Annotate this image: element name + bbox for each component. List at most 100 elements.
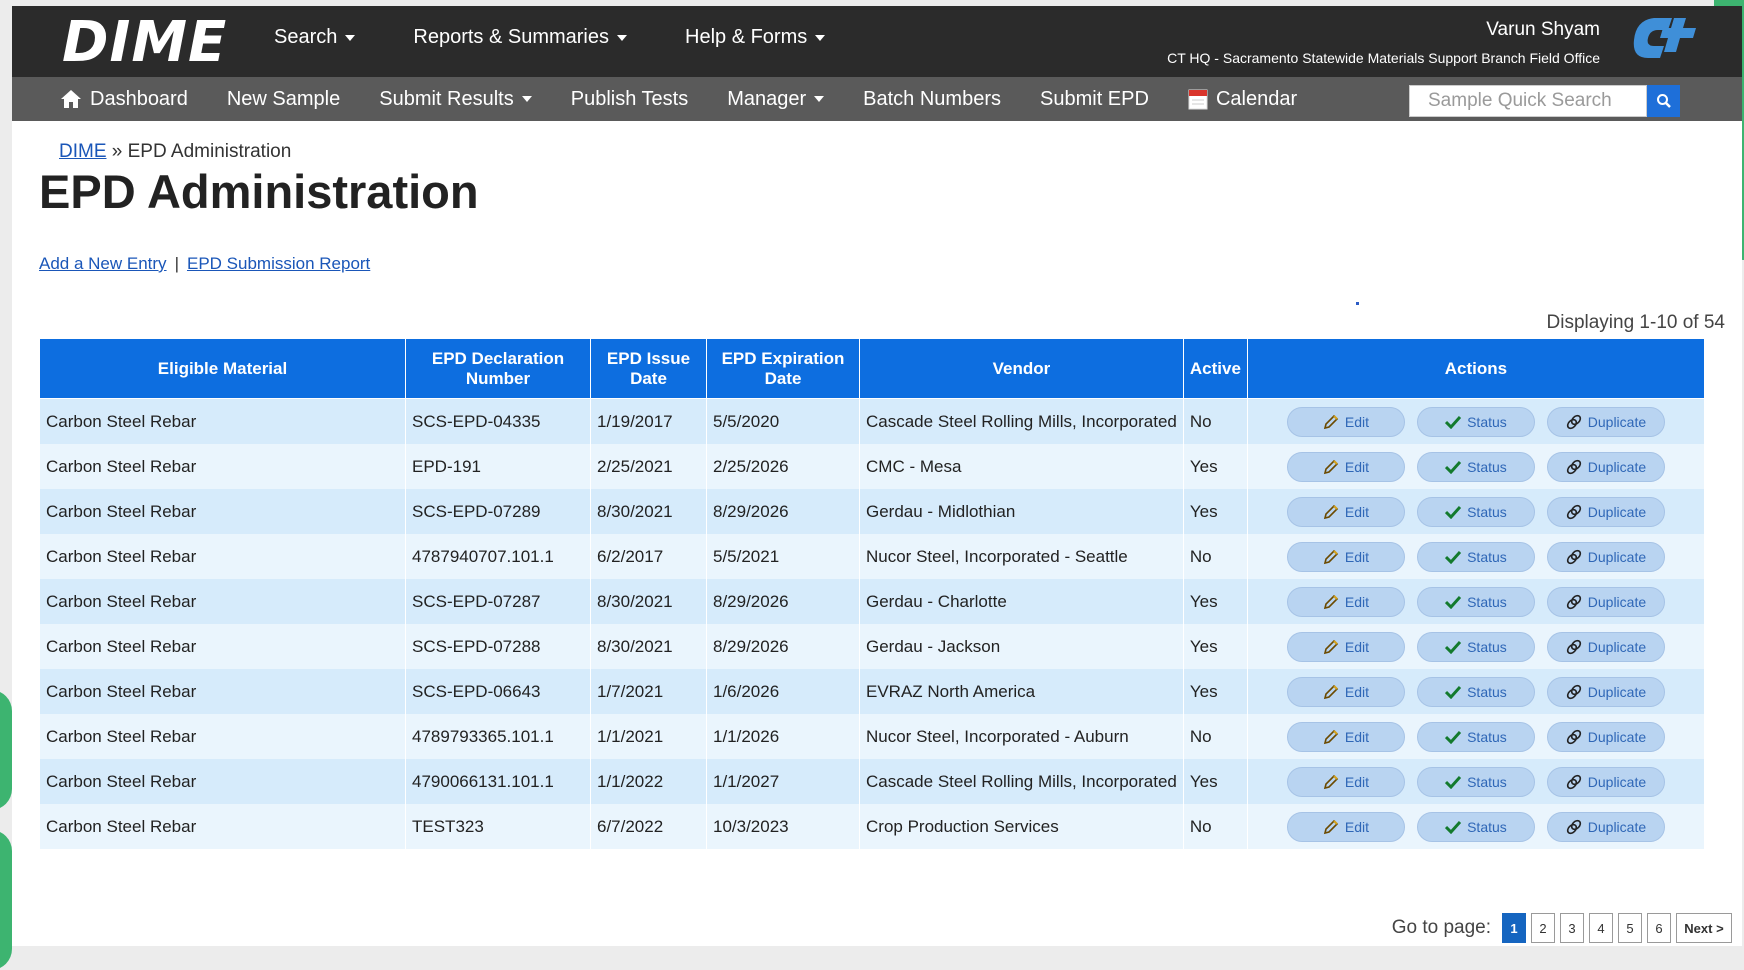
duplicate-button[interactable]: Duplicate bbox=[1546, 451, 1665, 482]
cell-exp: 8/29/2026 bbox=[706, 579, 860, 624]
edit-button[interactable]: Edit bbox=[1286, 406, 1405, 437]
breadcrumb-dime-link[interactable]: DIME bbox=[59, 141, 107, 162]
duplicate-button[interactable]: Duplicate bbox=[1546, 631, 1665, 662]
status-label: Status bbox=[1467, 593, 1507, 610]
nav-new-sample[interactable]: New Sample bbox=[227, 88, 340, 111]
col-header-vendor[interactable]: Vendor bbox=[859, 338, 1184, 399]
nav-submit-results[interactable]: Submit Results bbox=[379, 88, 532, 111]
cell-active: Yes bbox=[1182, 759, 1248, 804]
duplicate-button[interactable]: Duplicate bbox=[1546, 676, 1665, 707]
cell-decl: SCS-EPD-04335 bbox=[405, 398, 591, 444]
status-button[interactable]: Status bbox=[1416, 721, 1535, 752]
cell-material: Carbon Steel Rebar bbox=[39, 534, 406, 579]
caret-down-icon bbox=[345, 34, 356, 41]
duplicate-label: Duplicate bbox=[1587, 638, 1647, 655]
cell-decl: 4787940707.101.1 bbox=[405, 534, 591, 579]
cell-exp: 1/6/2026 bbox=[706, 669, 860, 714]
dime-logo[interactable]: DIME bbox=[62, 12, 227, 74]
status-button[interactable]: Status bbox=[1416, 541, 1535, 572]
nav-dashboard[interactable]: Dashboard bbox=[60, 88, 188, 111]
page-button-2[interactable]: 2 bbox=[1531, 913, 1555, 943]
link-separator: | bbox=[174, 254, 179, 273]
cell-active: No bbox=[1182, 714, 1248, 759]
link-icon bbox=[1566, 594, 1582, 610]
stray-dot bbox=[1356, 302, 1359, 305]
cell-actions: Edit Status Duplicate bbox=[1246, 444, 1706, 489]
duplicate-label: Duplicate bbox=[1587, 728, 1647, 745]
table-row: Carbon Steel Rebar SCS-EPD-07287 8/30/2021… bbox=[39, 579, 1706, 624]
link-icon bbox=[1566, 639, 1582, 655]
edit-button[interactable]: Edit bbox=[1286, 721, 1405, 752]
nav-manager[interactable]: Manager bbox=[727, 88, 825, 111]
duplicate-button[interactable]: Duplicate bbox=[1546, 586, 1665, 617]
page-button-3[interactable]: 3 bbox=[1560, 913, 1584, 943]
status-button[interactable]: Status bbox=[1416, 451, 1535, 482]
nav-submit-epd[interactable]: Submit EPD bbox=[1040, 88, 1149, 111]
caret-down-icon bbox=[814, 96, 825, 102]
nav-label: Submit EPD bbox=[1040, 87, 1149, 110]
cell-material: Carbon Steel Rebar bbox=[39, 714, 406, 759]
page-button-6[interactable]: 6 bbox=[1647, 913, 1671, 943]
duplicate-button[interactable]: Duplicate bbox=[1546, 406, 1665, 437]
duplicate-label: Duplicate bbox=[1587, 503, 1647, 520]
calendar-icon bbox=[1188, 88, 1208, 110]
checkmark-icon bbox=[1445, 505, 1462, 519]
col-header-actions: Actions bbox=[1246, 338, 1706, 399]
edit-button[interactable]: Edit bbox=[1286, 811, 1405, 842]
edit-label: Edit bbox=[1344, 413, 1370, 430]
cell-exp: 5/5/2020 bbox=[706, 398, 860, 444]
checkmark-icon bbox=[1445, 415, 1462, 429]
duplicate-button[interactable]: Duplicate bbox=[1546, 766, 1665, 797]
cell-decl: SCS-EPD-07289 bbox=[405, 489, 591, 534]
edit-button[interactable]: Edit bbox=[1286, 631, 1405, 662]
status-button[interactable]: Status bbox=[1416, 811, 1535, 842]
edit-button[interactable]: Edit bbox=[1286, 496, 1405, 527]
col-header-declaration-number[interactable]: EPD Declaration Number bbox=[405, 338, 591, 399]
cell-actions: Edit Status Duplicate bbox=[1246, 398, 1706, 444]
status-button[interactable]: Status bbox=[1416, 766, 1535, 797]
checkmark-icon bbox=[1445, 550, 1462, 564]
edit-button[interactable]: Edit bbox=[1286, 586, 1405, 617]
col-header-active[interactable]: Active bbox=[1182, 338, 1248, 399]
cell-decl: 4789793365.101.1 bbox=[405, 714, 591, 759]
status-button[interactable]: Status bbox=[1416, 406, 1535, 437]
epd-submission-report-link[interactable]: EPD Submission Report bbox=[187, 254, 370, 273]
cell-actions: Edit Status Duplicate bbox=[1246, 534, 1706, 579]
edit-button[interactable]: Edit bbox=[1286, 676, 1405, 707]
top-nav-reports[interactable]: Reports & Summaries bbox=[413, 26, 627, 49]
top-nav-help[interactable]: Help & Forms bbox=[685, 26, 826, 49]
duplicate-button[interactable]: Duplicate bbox=[1546, 811, 1665, 842]
page-button-1[interactable]: 1 bbox=[1502, 913, 1526, 943]
status-button[interactable]: Status bbox=[1416, 586, 1535, 617]
status-button[interactable]: Status bbox=[1416, 631, 1535, 662]
page-button-4[interactable]: 4 bbox=[1589, 913, 1613, 943]
edit-button[interactable]: Edit bbox=[1286, 541, 1405, 572]
cell-active: Yes bbox=[1182, 444, 1248, 489]
col-header-expiration-date[interactable]: EPD Expiration Date bbox=[706, 338, 860, 399]
sample-quick-search-input[interactable]: Sample Quick Search bbox=[1409, 85, 1647, 117]
page-button-5[interactable]: 5 bbox=[1618, 913, 1642, 943]
cell-actions: Edit Status Duplicate bbox=[1246, 804, 1706, 849]
col-header-eligible-material[interactable]: Eligible Material bbox=[39, 338, 406, 399]
nav-publish-tests[interactable]: Publish Tests bbox=[571, 88, 688, 111]
cell-material: Carbon Steel Rebar bbox=[39, 444, 406, 489]
search-button[interactable] bbox=[1647, 85, 1680, 117]
status-button[interactable]: Status bbox=[1416, 676, 1535, 707]
cell-decl: TEST323 bbox=[405, 804, 591, 849]
next-page-button[interactable]: Next > bbox=[1676, 913, 1732, 943]
cell-issue: 8/30/2021 bbox=[590, 624, 707, 669]
edit-button[interactable]: Edit bbox=[1286, 451, 1405, 482]
nav-calendar[interactable]: Calendar bbox=[1188, 88, 1297, 111]
nav-batch-numbers[interactable]: Batch Numbers bbox=[863, 88, 1001, 111]
col-header-issue-date[interactable]: EPD Issue Date bbox=[590, 338, 707, 399]
nav-label: Submit Results bbox=[379, 87, 514, 110]
status-button[interactable]: Status bbox=[1416, 496, 1535, 527]
duplicate-button[interactable]: Duplicate bbox=[1546, 721, 1665, 752]
duplicate-button[interactable]: Duplicate bbox=[1546, 496, 1665, 527]
top-nav-search[interactable]: Search bbox=[274, 26, 356, 49]
add-new-entry-link[interactable]: Add a New Entry bbox=[39, 254, 167, 273]
duplicate-button[interactable]: Duplicate bbox=[1546, 541, 1665, 572]
edit-button[interactable]: Edit bbox=[1286, 766, 1405, 797]
link-icon bbox=[1566, 549, 1582, 565]
cell-active: No bbox=[1182, 398, 1248, 444]
